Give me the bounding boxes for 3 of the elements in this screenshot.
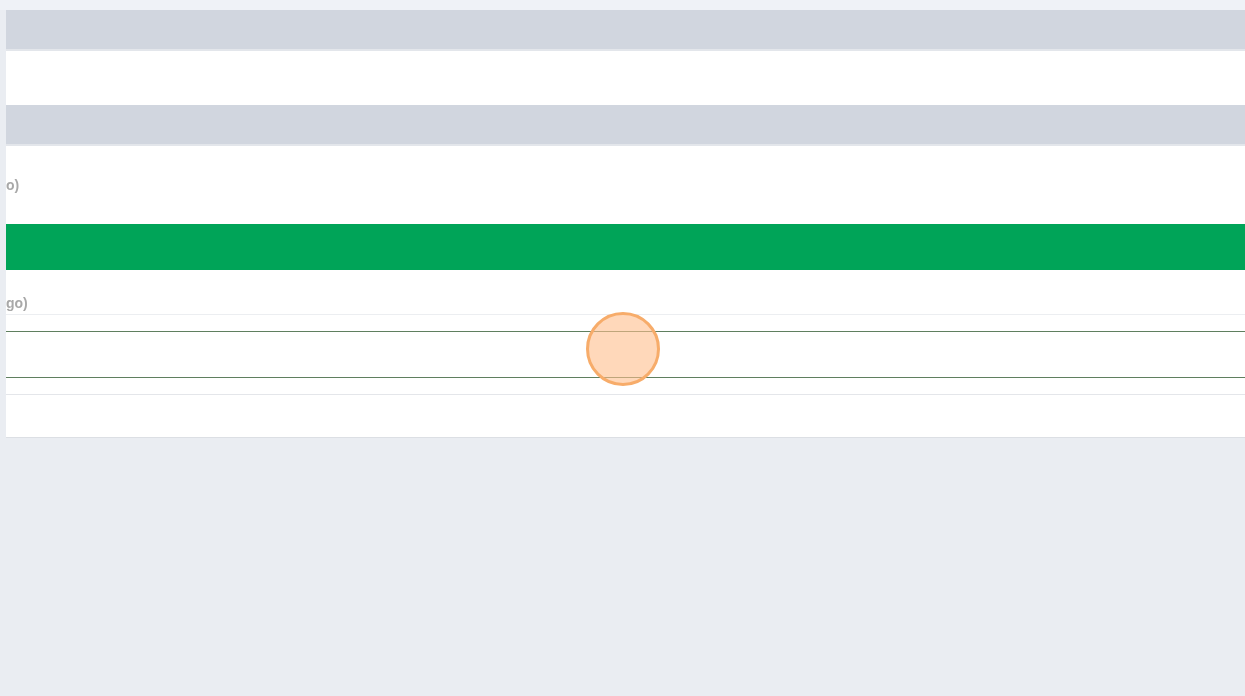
input-field[interactable] [6,331,1245,378]
row-text: go) [6,295,28,311]
row-text: o) [6,177,20,193]
